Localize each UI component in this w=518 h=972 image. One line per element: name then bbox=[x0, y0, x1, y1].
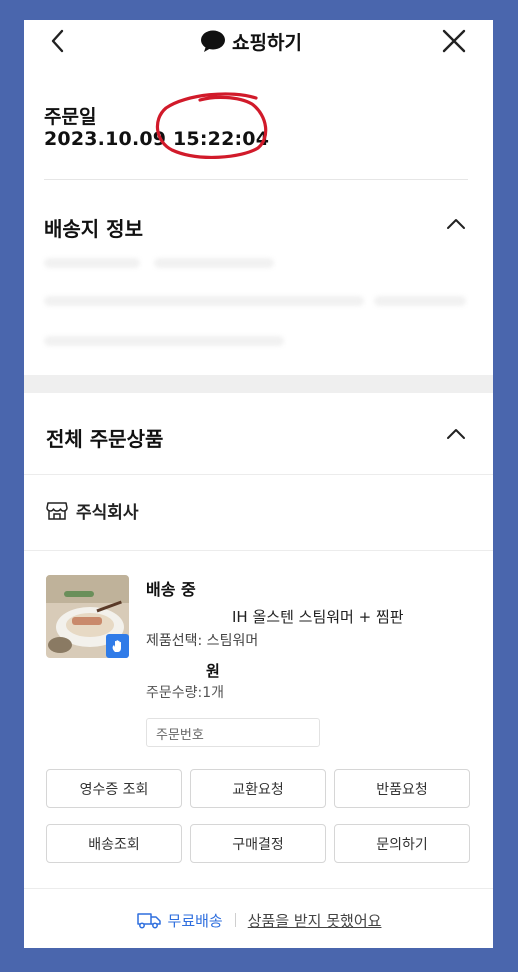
track-delivery-button[interactable]: 배송조회 bbox=[46, 824, 182, 863]
shipping-info-title: 배송지 정보 bbox=[44, 217, 143, 241]
truck-icon bbox=[136, 913, 161, 929]
shop-row[interactable]: 주식회사 bbox=[46, 498, 139, 523]
return-request-button[interactable]: 반품요청 bbox=[334, 769, 470, 808]
product-price: 원 bbox=[206, 662, 220, 680]
order-date-value: 2023.10.09 15:22:04 bbox=[44, 128, 270, 150]
shop-name: 주식회사 bbox=[76, 503, 139, 523]
hand-badge-icon bbox=[106, 634, 129, 658]
not-received-link[interactable]: 상품을 받지 못했어요 bbox=[248, 910, 382, 931]
divider bbox=[44, 179, 468, 180]
confirm-purchase-button[interactable]: 구매결정 bbox=[190, 824, 326, 863]
hand-icon bbox=[112, 640, 121, 652]
app-screen: 쇼핑하기 주문일 2023.10.09 15:22:04 배송지 정보 전체 주… bbox=[24, 20, 493, 948]
shipping-status: 배송 중 bbox=[146, 580, 196, 599]
speech-bubble-icon bbox=[201, 30, 225, 52]
blurred-address bbox=[44, 252, 468, 362]
close-button[interactable] bbox=[439, 26, 469, 56]
receipt-button[interactable]: 영수증 조회 bbox=[46, 769, 182, 808]
order-date-label: 주문일 bbox=[44, 106, 97, 128]
order-quantity: 주문수량:1개 bbox=[146, 685, 225, 701]
chevron-up-icon[interactable] bbox=[445, 427, 467, 441]
header-title-group: 쇼핑하기 bbox=[200, 28, 302, 54]
footer: 무료배송 상품을 받지 못했어요 bbox=[24, 908, 493, 932]
divider bbox=[24, 550, 493, 551]
inquiry-button[interactable]: 문의하기 bbox=[334, 824, 470, 863]
page-title: 쇼핑하기 bbox=[232, 31, 302, 54]
divider bbox=[24, 474, 493, 475]
section-separator bbox=[24, 375, 493, 393]
order-number-label: 주문번호 bbox=[156, 728, 204, 743]
back-button[interactable] bbox=[44, 26, 74, 56]
close-icon bbox=[442, 29, 466, 53]
free-shipping-link[interactable]: 무료배송 bbox=[168, 910, 223, 931]
store-icon bbox=[46, 501, 68, 520]
order-number-box: 주문번호 bbox=[146, 718, 320, 747]
top-bar: 쇼핑하기 bbox=[24, 20, 493, 64]
footer-separator bbox=[234, 913, 236, 927]
exchange-request-button[interactable]: 교환요청 bbox=[190, 769, 326, 808]
divider bbox=[24, 888, 493, 889]
chevron-up-icon[interactable] bbox=[445, 217, 467, 231]
chevron-left-icon bbox=[51, 29, 64, 53]
all-products-title: 전체 주문상품 bbox=[46, 427, 164, 451]
product-name[interactable]: IH 올스텐 스팀워머 + 찜판 bbox=[232, 606, 404, 627]
product-option: 제품선택: 스팀워머 bbox=[146, 633, 259, 649]
